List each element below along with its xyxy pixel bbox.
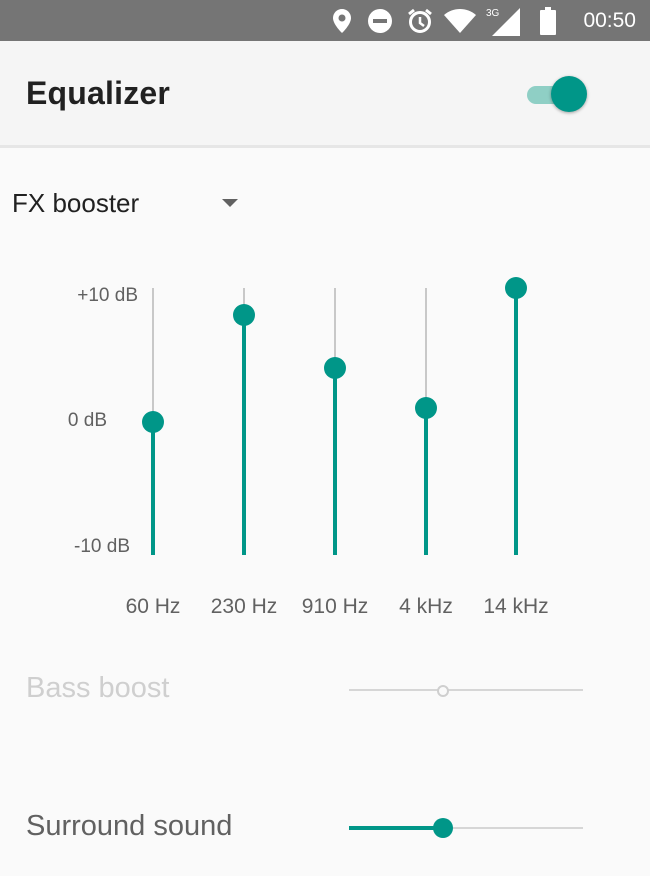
band-thumb[interactable] [142,410,164,433]
band-frequency-label: 4 kHz [399,595,453,618]
wifi-icon [444,0,476,41]
eq-band-60-hz[interactable]: 60 Hz [123,255,183,635]
band-frequency-label: 14 kHz [483,595,549,618]
bass-boost-label: Bass boost [26,672,170,704]
bass-boost-row: Bass boost [0,660,650,720]
band-frequency-label: 60 Hz [125,595,181,618]
cellular-3g-icon: 3G [484,0,522,41]
alarm-icon [406,0,434,41]
preset-selected-value: FX booster [12,187,140,218]
band-thumb[interactable] [233,303,255,326]
surround-sound-slider[interactable] [349,798,583,858]
db-label-mid: 0 dB [67,410,107,431]
band-fill [242,314,246,555]
eq-band-910-hz[interactable]: 910 Hz [302,255,368,635]
band-frequency-label: 230 Hz [210,595,278,618]
band-thumb[interactable] [505,277,527,299]
dropdown-arrow-icon [222,199,238,207]
eq-band-4-khz[interactable]: 4 kHz [396,255,456,635]
surround-sound-label: Surround sound [26,810,233,842]
db-label-min: -10 dB [74,536,130,557]
band-thumb[interactable] [324,357,346,380]
band-thumb[interactable] [415,397,437,420]
network-label: 3G [486,8,500,19]
bass-boost-slider[interactable] [349,660,583,720]
band-fill [514,288,518,555]
status-bar: 3G 00:50 [0,0,650,41]
band-fill [151,421,155,555]
band-frequency-label: 910 Hz [301,595,369,618]
location-icon [330,0,354,41]
do-not-disturb-icon [366,0,394,41]
eq-band-230-hz[interactable]: 230 Hz [211,255,277,635]
equalizer-bands: +10 dB 0 dB -10 dB 60 Hz 230 Hz 910 Hz 4 kH… [0,255,650,635]
bass-boost-thumb[interactable] [436,685,449,697]
app-bar: Equalizer [0,41,650,148]
page-title: Equalizer [26,75,171,111]
battery-icon [538,0,558,41]
band-fill [333,368,337,555]
clock: 00:50 [583,9,636,32]
bass-boost-track [349,689,583,691]
surround-sound-row: Surround sound [0,798,650,858]
surround-sound-thumb[interactable] [432,818,453,838]
toggle-thumb [551,76,587,112]
preset-dropdown[interactable]: FX booster [12,183,252,223]
band-fill [424,408,428,555]
eq-band-14-khz[interactable]: 14 kHz [483,255,549,635]
equalizer-toggle[interactable] [527,75,589,115]
surround-sound-fill [349,826,443,830]
